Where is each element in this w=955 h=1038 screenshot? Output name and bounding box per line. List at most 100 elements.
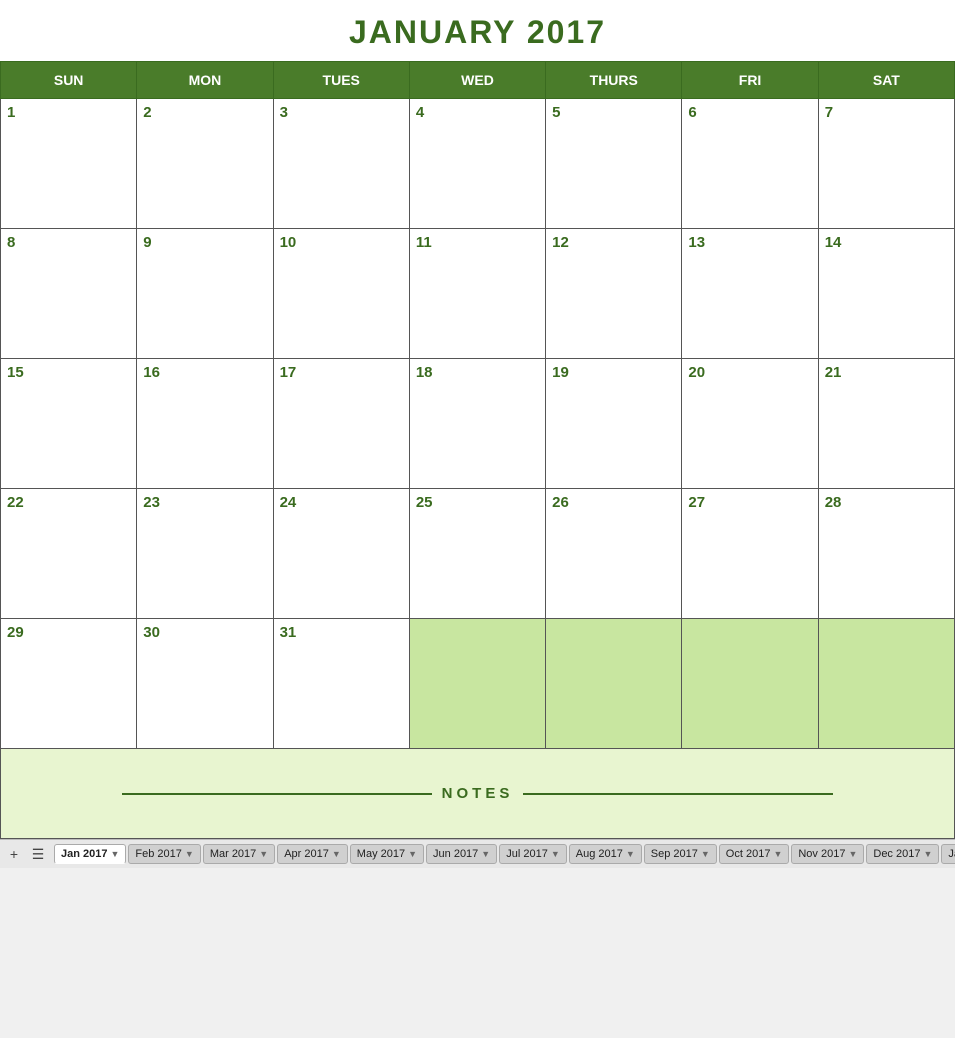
- calendar-week-row: 29 30 31: [1, 619, 955, 749]
- calendar-day-cell[interactable]: 7: [818, 99, 954, 229]
- calendar-day-cell[interactable]: 11: [409, 229, 545, 359]
- calendar-day-cell[interactable]: 12: [546, 229, 682, 359]
- calendar-day-cell[interactable]: 18: [409, 359, 545, 489]
- calendar-day-cell[interactable]: 15: [1, 359, 137, 489]
- calendar-day-cell[interactable]: 5: [546, 99, 682, 229]
- day-number: 21: [825, 364, 842, 381]
- calendar-day-cell[interactable]: 10: [273, 229, 409, 359]
- weekday-header-row: SUNMONTUESWEDTHURSFRISAT: [1, 62, 955, 99]
- calendar-day-cell[interactable]: 21: [818, 359, 954, 489]
- tab-item[interactable]: Jan 2018▼: [941, 844, 955, 864]
- calendar-day-cell[interactable]: 19: [546, 359, 682, 489]
- chevron-down-icon: ▼: [332, 849, 341, 859]
- calendar-day-cell[interactable]: 31: [273, 619, 409, 749]
- tab-label: Mar 2017: [210, 848, 256, 860]
- day-number: 14: [825, 234, 842, 251]
- calendar-day-cell[interactable]: [818, 619, 954, 749]
- tab-item[interactable]: Aug 2017▼: [569, 844, 642, 864]
- calendar-day-cell[interactable]: 29: [1, 619, 137, 749]
- tab-item[interactable]: Sep 2017▼: [644, 844, 717, 864]
- tab-item[interactable]: Jun 2017▼: [426, 844, 497, 864]
- tab-bar: + ☰ Jan 2017▼Feb 2017▼Mar 2017▼Apr 2017▼…: [0, 839, 955, 868]
- day-number: 27: [688, 494, 705, 511]
- calendar-day-cell[interactable]: 4: [409, 99, 545, 229]
- calendar-day-cell[interactable]: [682, 619, 818, 749]
- tab-label: Jun 2017: [433, 848, 478, 860]
- day-number: 25: [416, 494, 433, 511]
- calendar-day-cell[interactable]: 25: [409, 489, 545, 619]
- tab-item[interactable]: Jan 2017▼: [54, 844, 126, 864]
- day-number: 3: [280, 104, 288, 121]
- chevron-down-icon: ▼: [626, 849, 635, 859]
- day-number: 7: [825, 104, 833, 121]
- tab-bar-icons: + ☰: [4, 844, 48, 864]
- calendar-day-cell[interactable]: 20: [682, 359, 818, 489]
- tab-item[interactable]: Dec 2017▼: [866, 844, 939, 864]
- day-number: 24: [280, 494, 297, 511]
- day-number: 9: [143, 234, 151, 251]
- calendar-day-cell[interactable]: 9: [137, 229, 273, 359]
- calendar-day-cell[interactable]: 17: [273, 359, 409, 489]
- day-number: 11: [416, 234, 432, 251]
- tab-label: Nov 2017: [798, 848, 845, 860]
- notes-cell[interactable]: NOTES: [1, 749, 955, 839]
- calendar-day-cell[interactable]: 14: [818, 229, 954, 359]
- tab-label: May 2017: [357, 848, 405, 860]
- chevron-down-icon: ▼: [773, 849, 782, 859]
- calendar-title: JANUARY 2017: [0, 0, 955, 61]
- day-number: 12: [552, 234, 569, 251]
- notes-row: NOTES: [1, 749, 955, 839]
- calendar-day-cell[interactable]: 22: [1, 489, 137, 619]
- chevron-down-icon: ▼: [481, 849, 490, 859]
- day-number: 31: [280, 624, 297, 641]
- tabs-container: Jan 2017▼Feb 2017▼Mar 2017▼Apr 2017▼May …: [54, 844, 955, 864]
- day-number: 19: [552, 364, 569, 381]
- day-number: 26: [552, 494, 569, 511]
- calendar-day-cell[interactable]: 27: [682, 489, 818, 619]
- weekday-header: SUN: [1, 62, 137, 99]
- calendar-day-cell[interactable]: [546, 619, 682, 749]
- tab-item[interactable]: Nov 2017▼: [791, 844, 864, 864]
- weekday-header: TUES: [273, 62, 409, 99]
- chevron-down-icon: ▼: [259, 849, 268, 859]
- weekday-header: FRI: [682, 62, 818, 99]
- day-number: 16: [143, 364, 160, 381]
- tab-item[interactable]: Apr 2017▼: [277, 844, 348, 864]
- tab-item[interactable]: Oct 2017▼: [719, 844, 790, 864]
- day-number: 8: [7, 234, 15, 251]
- calendar-day-cell[interactable]: 13: [682, 229, 818, 359]
- calendar-day-cell[interactable]: 1: [1, 99, 137, 229]
- day-number: 30: [143, 624, 160, 641]
- calendar-day-cell[interactable]: 16: [137, 359, 273, 489]
- notes-line-right: [523, 793, 833, 795]
- calendar-day-cell[interactable]: 3: [273, 99, 409, 229]
- add-tab-icon[interactable]: +: [4, 844, 24, 864]
- calendar-day-cell[interactable]: 24: [273, 489, 409, 619]
- day-number: 2: [143, 104, 151, 121]
- calendar-day-cell[interactable]: 28: [818, 489, 954, 619]
- tab-label: Sep 2017: [651, 848, 698, 860]
- day-number: 17: [280, 364, 297, 381]
- day-number: 15: [7, 364, 24, 381]
- calendar-day-cell[interactable]: 26: [546, 489, 682, 619]
- tab-item[interactable]: Mar 2017▼: [203, 844, 275, 864]
- day-number: 23: [143, 494, 160, 511]
- tab-item[interactable]: May 2017▼: [350, 844, 424, 864]
- tab-label: Apr 2017: [284, 848, 329, 860]
- calendar-day-cell[interactable]: 23: [137, 489, 273, 619]
- calendar-day-cell[interactable]: 30: [137, 619, 273, 749]
- tab-item[interactable]: Feb 2017▼: [128, 844, 200, 864]
- calendar-day-cell[interactable]: 2: [137, 99, 273, 229]
- calendar-day-cell[interactable]: 6: [682, 99, 818, 229]
- tab-label: Feb 2017: [135, 848, 181, 860]
- tab-list-icon[interactable]: ☰: [28, 844, 48, 864]
- calendar-day-cell[interactable]: 8: [1, 229, 137, 359]
- calendar-week-row: 22 23 24 25 26 27 28: [1, 489, 955, 619]
- calendar-day-cell[interactable]: [409, 619, 545, 749]
- weekday-header: MON: [137, 62, 273, 99]
- calendar-grid: SUNMONTUESWEDTHURSFRISAT 123456789101112…: [0, 61, 955, 839]
- tab-item[interactable]: Jul 2017▼: [499, 844, 567, 864]
- weekday-header: WED: [409, 62, 545, 99]
- tab-label: Jan 2017: [61, 848, 107, 860]
- day-number: 13: [688, 234, 705, 251]
